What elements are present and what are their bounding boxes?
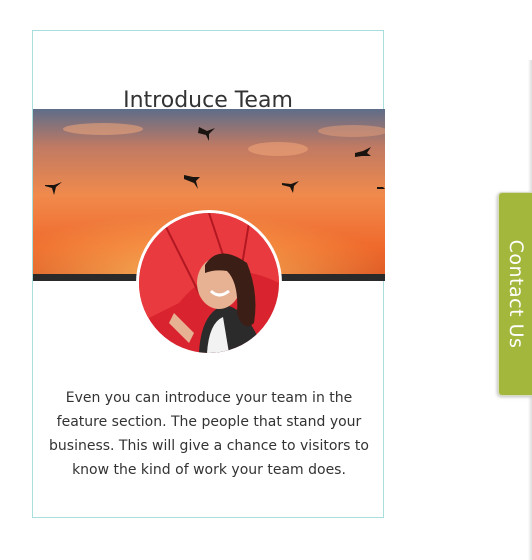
team-feature-card: Introduce Team Even you can introduce yo… (32, 30, 385, 518)
contact-us-tab[interactable]: Contact Us (498, 192, 532, 396)
card-description: Even you can introduce your team in the … (49, 390, 369, 478)
team-member-avatar (136, 210, 282, 356)
contact-us-label: Contact Us (504, 239, 527, 349)
